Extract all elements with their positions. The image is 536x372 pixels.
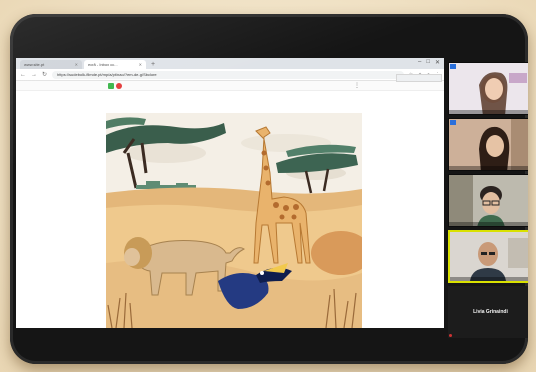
participant-name-strip xyxy=(449,166,528,170)
speaker-tag xyxy=(450,120,456,125)
browser-window: www.site.pt ✕ ecrã - Inbox cc... ✕ + – □… xyxy=(16,58,444,328)
play-button[interactable] xyxy=(108,83,114,89)
participant-tile-4[interactable] xyxy=(448,230,528,283)
new-tab-button[interactable]: + xyxy=(151,60,155,69)
savanna-illustration xyxy=(106,113,362,328)
speaker-tag xyxy=(450,64,456,69)
minimize-button[interactable]: – xyxy=(418,59,421,66)
participant-tile-2[interactable] xyxy=(448,118,528,171)
participant-video-1 xyxy=(449,63,528,114)
participant-name-strip xyxy=(450,277,528,281)
participant-video-4 xyxy=(450,232,528,281)
monitor-frame: www.site.pt ✕ ecrã - Inbox cc... ✕ + – □… xyxy=(10,14,528,364)
stop-button[interactable] xyxy=(116,83,122,89)
participant-name-strip xyxy=(449,222,528,226)
close-icon[interactable]: ✕ xyxy=(75,62,78,67)
participant-tile-1[interactable] xyxy=(448,62,528,115)
notification-popup xyxy=(396,74,442,82)
window-controls: – □ ✕ xyxy=(418,59,440,66)
tab-2[interactable]: ecrã - Inbox cc... ✕ xyxy=(84,60,146,69)
reload-icon[interactable]: ↻ xyxy=(42,71,47,78)
url-text: https://sudebolk-filmde.pt/mp/a/pt/nao/?… xyxy=(57,72,157,77)
participant-name-label: Livia Grinaindi xyxy=(473,309,508,315)
page-toolbar: ⋮ xyxy=(16,81,444,91)
tab-2-label: ecrã - Inbox cc... xyxy=(88,62,118,67)
participant-name-strip xyxy=(449,110,528,114)
close-window-button[interactable]: ✕ xyxy=(435,59,440,66)
lion-face xyxy=(124,248,140,266)
forward-icon[interactable]: → xyxy=(31,72,37,78)
tab-1[interactable]: www.site.pt ✕ xyxy=(20,60,82,69)
close-icon[interactable]: ✕ xyxy=(139,62,142,67)
address-bar: ← → ↻ https://sudebolk-filmde.pt/mp/a/pt… xyxy=(16,69,444,81)
participant-tile-3[interactable] xyxy=(448,174,528,227)
more-menu-icon[interactable]: ⋮ xyxy=(354,82,360,89)
back-icon[interactable]: ← xyxy=(20,72,26,78)
tab-1-label: www.site.pt xyxy=(24,62,45,67)
camera-off-icon xyxy=(449,334,452,337)
participant-video-2 xyxy=(449,119,528,170)
maximize-button[interactable]: □ xyxy=(426,59,430,66)
url-field[interactable]: https://sudebolk-filmde.pt/mp/a/pt/nao/?… xyxy=(52,70,404,79)
participant-name-tile[interactable]: Livia Grinaindi xyxy=(448,286,528,338)
participant-video-3 xyxy=(449,175,528,226)
tab-bar: www.site.pt ✕ ecrã - Inbox cc... ✕ + – □… xyxy=(16,58,444,69)
